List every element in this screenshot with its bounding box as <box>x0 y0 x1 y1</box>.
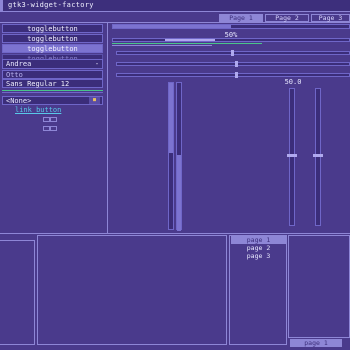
tab-page-3[interactable]: Page 3 <box>311 14 350 22</box>
entry-otto-text: Otto <box>6 71 23 79</box>
window-title: gtk3-widget-factory <box>8 1 94 9</box>
vscrollbar-2-thumb[interactable] <box>177 155 181 231</box>
vscale-1-knob[interactable] <box>287 154 297 157</box>
togglebutton-3[interactable]: togglebutton <box>2 44 103 53</box>
level-bar-2 <box>112 45 212 46</box>
page-list-item-1[interactable]: page 1 <box>231 236 286 244</box>
folder-icon[interactable]: ■ <box>89 97 100 104</box>
vscale-2[interactable] <box>315 88 321 226</box>
togglebutton-2[interactable]: togglebutton <box>2 34 103 43</box>
page-list-item-2[interactable]: page 2 <box>231 244 286 252</box>
bottom-left-frame <box>0 240 35 345</box>
vscrollbar-1-thumb[interactable] <box>169 83 173 153</box>
small-square-2[interactable] <box>50 117 57 122</box>
hscale-1-knob[interactable] <box>231 50 234 56</box>
page-list-item-3[interactable]: page 3 <box>231 252 286 260</box>
small-square-1[interactable] <box>43 117 50 122</box>
bottom-separator <box>0 233 350 234</box>
progress-bar-mid-pulse <box>165 39 215 41</box>
progress-line-green <box>2 90 103 91</box>
combo-value: <None> <box>6 97 32 105</box>
entry-otto[interactable]: Otto <box>2 70 103 79</box>
progress-bar-mid <box>112 38 350 42</box>
hscale-3[interactable] <box>116 73 350 77</box>
bottom-center-frame <box>37 235 227 345</box>
vscale-2-knob[interactable] <box>313 154 323 157</box>
hscale-2-knob[interactable] <box>235 61 238 67</box>
combo-box[interactable]: <None> <box>2 96 103 105</box>
font-button[interactable]: Sans Regular 12 <box>2 79 103 88</box>
level-bar-green <box>112 43 262 44</box>
left-panel-divider <box>107 23 108 233</box>
progress-bar-top-fill <box>113 25 231 28</box>
vscrollbar-2[interactable] <box>176 82 182 231</box>
entry-andrea-text: Andrea <box>6 60 32 68</box>
bottom-tab-page-1[interactable]: page 1 <box>290 339 342 347</box>
tab-page-2[interactable]: Page 2 <box>265 14 309 22</box>
title-separator <box>0 11 350 12</box>
tab-page-1[interactable]: Page 1 <box>219 14 263 22</box>
togglebutton-1[interactable]: togglebutton <box>2 24 103 33</box>
hscale-2[interactable] <box>116 62 350 66</box>
tabs-separator <box>0 22 350 23</box>
link-button[interactable]: link button <box>15 106 90 115</box>
progress-line-track <box>2 92 103 93</box>
vscale-1[interactable] <box>289 88 295 226</box>
minus-icon[interactable]: - <box>93 59 101 69</box>
bottom-right-frame <box>288 235 350 338</box>
scale-value-label: 50.0 <box>284 78 302 86</box>
small-square-4[interactable] <box>50 126 57 131</box>
font-button-label: Sans Regular 12 <box>6 80 70 88</box>
entry-andrea[interactable]: Andrea <box>2 59 103 69</box>
window-menu-icon[interactable] <box>0 0 3 11</box>
vscrollbar-1[interactable] <box>168 82 174 230</box>
small-square-3[interactable] <box>43 126 50 131</box>
hscale-3-knob[interactable] <box>235 72 238 78</box>
progress-bar-top <box>112 24 350 29</box>
